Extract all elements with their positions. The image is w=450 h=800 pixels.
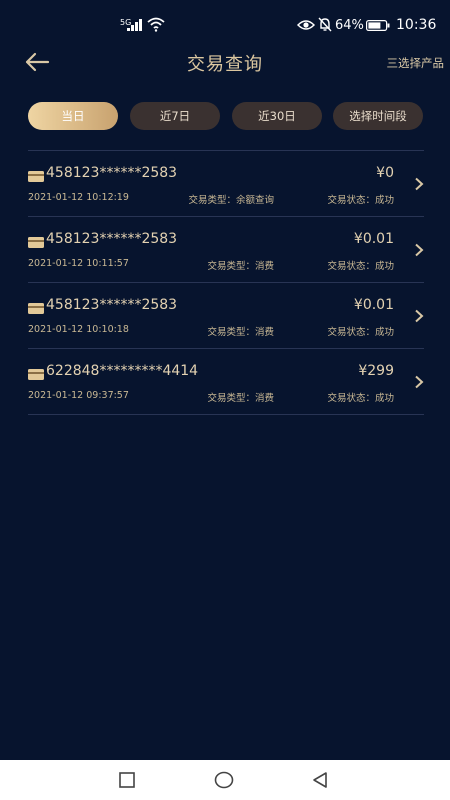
filter-7-days[interactable]: 近7日 [130, 102, 220, 130]
amount: ¥299 [358, 363, 394, 379]
transaction-time: 2021-01-12 10:12:19 [28, 192, 129, 203]
transaction-status: 交易状态：成功 [327, 393, 394, 404]
home-icon[interactable] [214, 771, 234, 789]
wifi-icon [147, 17, 165, 32]
card-icon [28, 369, 44, 380]
clock: 10:36 [396, 17, 437, 33]
header: 交易查询 三选择产品 [0, 40, 450, 86]
chevron-right-icon [415, 375, 424, 389]
chevron-right-icon [415, 243, 424, 257]
transaction-row[interactable]: 458123******2583 ¥0 2021-01-12 10:12:19 … [28, 150, 424, 216]
transaction-list: 458123******2583 ¥0 2021-01-12 10:12:19 … [28, 150, 424, 415]
amount: ¥0.01 [353, 297, 394, 313]
page-title: 交易查询 [187, 54, 263, 75]
transaction-status: 交易状态：成功 [327, 327, 394, 338]
card-icon [28, 237, 44, 248]
filter-custom-range[interactable]: 选择时间段 [333, 102, 423, 130]
transaction-row[interactable]: 622848*********4414 ¥299 2021-01-12 09:3… [28, 348, 424, 415]
filter-30-days[interactable]: 近30日 [232, 102, 322, 130]
card-number: 458123******2583 [46, 231, 178, 247]
transaction-row[interactable]: 458123******2583 ¥0.01 2021-01-12 10:11:… [28, 216, 424, 282]
battery-percent: 64% [335, 18, 364, 33]
card-number: 458123******2583 [46, 297, 178, 313]
transaction-row[interactable]: 458123******2583 ¥0.01 2021-01-12 10:10:… [28, 282, 424, 348]
system-nav-bar [0, 760, 450, 800]
chevron-right-icon [415, 177, 424, 191]
date-filter-tabs: 当日 近7日 近30日 选择时间段 [0, 102, 450, 134]
transaction-type: 交易类型：消费 [207, 393, 274, 404]
card-number: 622848*********4414 [46, 363, 199, 379]
transaction-type: 交易类型：消费 [207, 327, 274, 338]
card-number: 458123******2583 [46, 165, 178, 181]
back-triangle-icon[interactable] [311, 771, 329, 789]
transaction-type: 交易类型：消费 [207, 261, 274, 272]
transaction-time: 2021-01-12 10:11:57 [28, 258, 129, 269]
transaction-time: 2021-01-12 10:10:18 [28, 324, 129, 335]
signal-icon [127, 19, 142, 31]
amount: ¥0.01 [353, 231, 394, 247]
eye-icon [297, 20, 315, 30]
transaction-type: 交易类型：余额查询 [188, 195, 274, 206]
transaction-status: 交易状态：成功 [327, 261, 394, 272]
recent-apps-icon[interactable] [119, 772, 135, 788]
chevron-right-icon [415, 309, 424, 323]
filter-today[interactable]: 当日 [28, 102, 118, 130]
transaction-time: 2021-01-12 09:37:57 [28, 390, 129, 401]
battery-icon [366, 20, 390, 31]
mute-icon [318, 17, 332, 32]
card-icon [28, 171, 44, 182]
amount: ¥0 [376, 165, 394, 181]
card-icon [28, 303, 44, 314]
transaction-status: 交易状态：成功 [327, 195, 394, 206]
select-product-button[interactable]: 三选择产品 [387, 55, 445, 71]
